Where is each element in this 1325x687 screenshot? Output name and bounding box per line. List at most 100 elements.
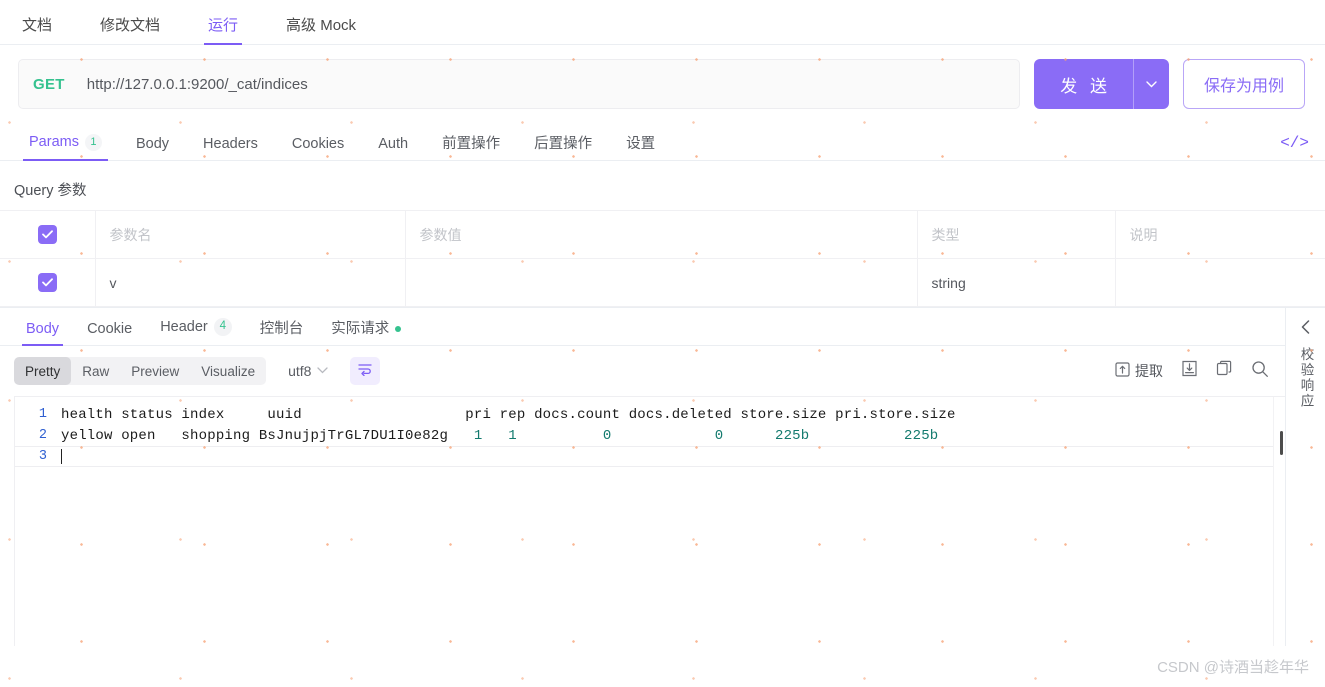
tab-headers[interactable]: Headers xyxy=(203,136,258,161)
tab-cookies[interactable]: Cookies xyxy=(291,135,345,161)
request-url-row: GET http://127.0.0.1:9200/_cat/indices 发… xyxy=(0,45,1325,123)
copy-icon xyxy=(1216,360,1233,382)
tab-label: 控制台 xyxy=(259,320,304,337)
query-params-table: 参数名 参数值 类型 说明 v string xyxy=(0,210,1325,307)
row-checkbox[interactable] xyxy=(37,225,57,244)
row-checkbox-cell xyxy=(0,210,96,259)
format-raw-button[interactable]: Raw xyxy=(71,357,120,385)
line-number: 3 xyxy=(38,449,47,464)
table-row: 参数名 参数值 类型 说明 xyxy=(0,210,1325,259)
url-input-box[interactable]: GET http://127.0.0.1:9200/_cat/indices xyxy=(18,59,1021,109)
resp-tab-body[interactable]: Body xyxy=(21,320,64,346)
tab-label: Body xyxy=(26,320,60,337)
top-tab-doc[interactable]: 文档 xyxy=(22,18,52,44)
download-button[interactable] xyxy=(1181,360,1198,382)
value-token: 225b xyxy=(904,427,939,444)
format-segmented-control: Pretty Raw Preview Visualize xyxy=(14,357,267,385)
top-tab-label: 修改文档 xyxy=(100,17,161,34)
save-as-case-button[interactable]: 保存为用例 xyxy=(1182,59,1305,109)
send-button-label: 发 送 xyxy=(1060,76,1111,96)
search-icon xyxy=(1251,360,1269,383)
header-count-badge: 4 xyxy=(213,318,232,336)
tab-label: Body xyxy=(135,135,170,152)
param-type-cell[interactable]: 类型 xyxy=(916,210,1116,259)
param-desc-cell[interactable]: 说明 xyxy=(1114,210,1325,259)
send-button[interactable]: 发 送 xyxy=(1034,59,1133,109)
param-name-input[interactable]: v xyxy=(94,258,406,307)
param-value-placeholder: 参数值 xyxy=(419,226,462,243)
search-button[interactable] xyxy=(1251,360,1269,383)
code-line: 2 yellow open shopping BsJnujpjTrGL7DU1I… xyxy=(15,425,1285,446)
tab-params[interactable]: Params 1 xyxy=(23,134,108,161)
resp-tab-console[interactable]: 控制台 xyxy=(259,320,304,346)
tab-auth[interactable]: Auth xyxy=(378,135,409,161)
scrollbar-thumb[interactable] xyxy=(1280,431,1283,455)
chevron-down-icon xyxy=(317,365,329,377)
format-preview-button[interactable]: Preview xyxy=(120,357,190,385)
segment-label: Visualize xyxy=(201,363,256,379)
segment-label: Raw xyxy=(82,363,110,379)
response-code-panel[interactable]: 1 health status index uuid pri rep docs.… xyxy=(14,396,1285,646)
tab-label: Cookie xyxy=(87,320,133,337)
segment-label: Pretty xyxy=(25,363,61,379)
line-text-plain: yellow open shopping BsJnujpjTrGL7DU1I0e… xyxy=(61,427,474,444)
encoding-select[interactable]: utf8 xyxy=(288,363,329,379)
http-method-label[interactable]: GET xyxy=(33,76,65,93)
line-text: health status index uuid pri rep docs.co… xyxy=(61,406,956,423)
param-desc-placeholder: 说明 xyxy=(1129,226,1158,243)
top-tab-run[interactable]: 运行 xyxy=(204,18,243,45)
csdn-watermark: CSDN @诗酒当趁年华 xyxy=(1157,659,1309,676)
param-name-cell[interactable]: 参数名 xyxy=(94,210,406,259)
extract-label: 提取 xyxy=(1135,363,1163,379)
top-tab-bar: 文档 修改文档 运行 高级 Mock xyxy=(0,0,1325,45)
line-number: 2 xyxy=(38,428,47,443)
code-view-icon[interactable]: </> xyxy=(1280,134,1309,160)
value-token: 225b xyxy=(774,427,810,444)
line-text: yellow open shopping BsJnujpjTrGL7DU1I0e… xyxy=(61,428,938,444)
top-tab-advanced-mock[interactable]: 高级 Mock xyxy=(286,18,356,44)
url-input[interactable]: http://127.0.0.1:9200/_cat/indices xyxy=(87,76,308,93)
chevron-left-icon[interactable] xyxy=(1301,320,1310,337)
save-as-case-label: 保存为用例 xyxy=(1203,78,1284,95)
format-toolbar: Pretty Raw Preview Visualize utf8 提取 xyxy=(0,346,1285,396)
format-pretty-button[interactable]: Pretty xyxy=(14,357,72,385)
value-token: 1 xyxy=(508,427,517,444)
tab-settings[interactable]: 设置 xyxy=(626,136,655,161)
chevron-down-icon xyxy=(1146,77,1157,91)
param-type-input[interactable]: string xyxy=(916,258,1116,307)
word-wrap-icon xyxy=(357,362,373,381)
response-tab-bar: Body Cookie Header 4 控制台 实际请求 xyxy=(0,308,1285,346)
send-button-group: 发 送 xyxy=(1034,59,1169,109)
param-value-cell[interactable]: 参数值 xyxy=(404,210,918,259)
tab-label: Params xyxy=(29,134,79,151)
top-tab-edit-doc[interactable]: 修改文档 xyxy=(100,18,160,44)
text-cursor xyxy=(61,449,62,464)
tab-body[interactable]: Body xyxy=(135,135,170,161)
param-value-input[interactable] xyxy=(404,258,918,307)
param-desc-input[interactable] xyxy=(1114,258,1325,307)
row-checkbox-cell xyxy=(0,258,96,307)
send-dropdown-button[interactable] xyxy=(1132,59,1169,109)
word-wrap-toggle[interactable] xyxy=(350,357,381,385)
copy-button[interactable] xyxy=(1216,360,1233,382)
resp-tab-header[interactable]: Header 4 xyxy=(160,318,232,345)
resp-tab-actual-request[interactable]: 实际请求 xyxy=(331,321,402,346)
validate-response-label[interactable]: 校验响应 xyxy=(1296,347,1316,409)
code-vertical-scrollbar[interactable] xyxy=(1273,397,1285,646)
line-number: 1 xyxy=(38,407,47,422)
value-token: 0 xyxy=(602,427,612,444)
query-params-title: Query 参数 xyxy=(14,183,87,199)
tab-post-operation[interactable]: 后置操作 xyxy=(534,135,593,161)
tab-label: Cookies xyxy=(291,135,345,152)
segment-label: Preview xyxy=(131,363,180,379)
resp-tab-cookie[interactable]: Cookie xyxy=(87,320,133,346)
code-line-active: 3 xyxy=(15,446,1285,467)
format-visualize-button[interactable]: Visualize xyxy=(190,357,266,385)
extract-button[interactable]: 提取 xyxy=(1115,361,1163,381)
tab-pre-operation[interactable]: 前置操作 xyxy=(442,136,500,161)
status-dot-icon xyxy=(395,325,402,332)
tab-label: Auth xyxy=(378,135,409,152)
tab-label: 后置操作 xyxy=(534,135,593,152)
row-checkbox[interactable] xyxy=(37,273,57,292)
response-area: Body Cookie Header 4 控制台 实际请求 Pretty Raw… xyxy=(0,307,1325,646)
